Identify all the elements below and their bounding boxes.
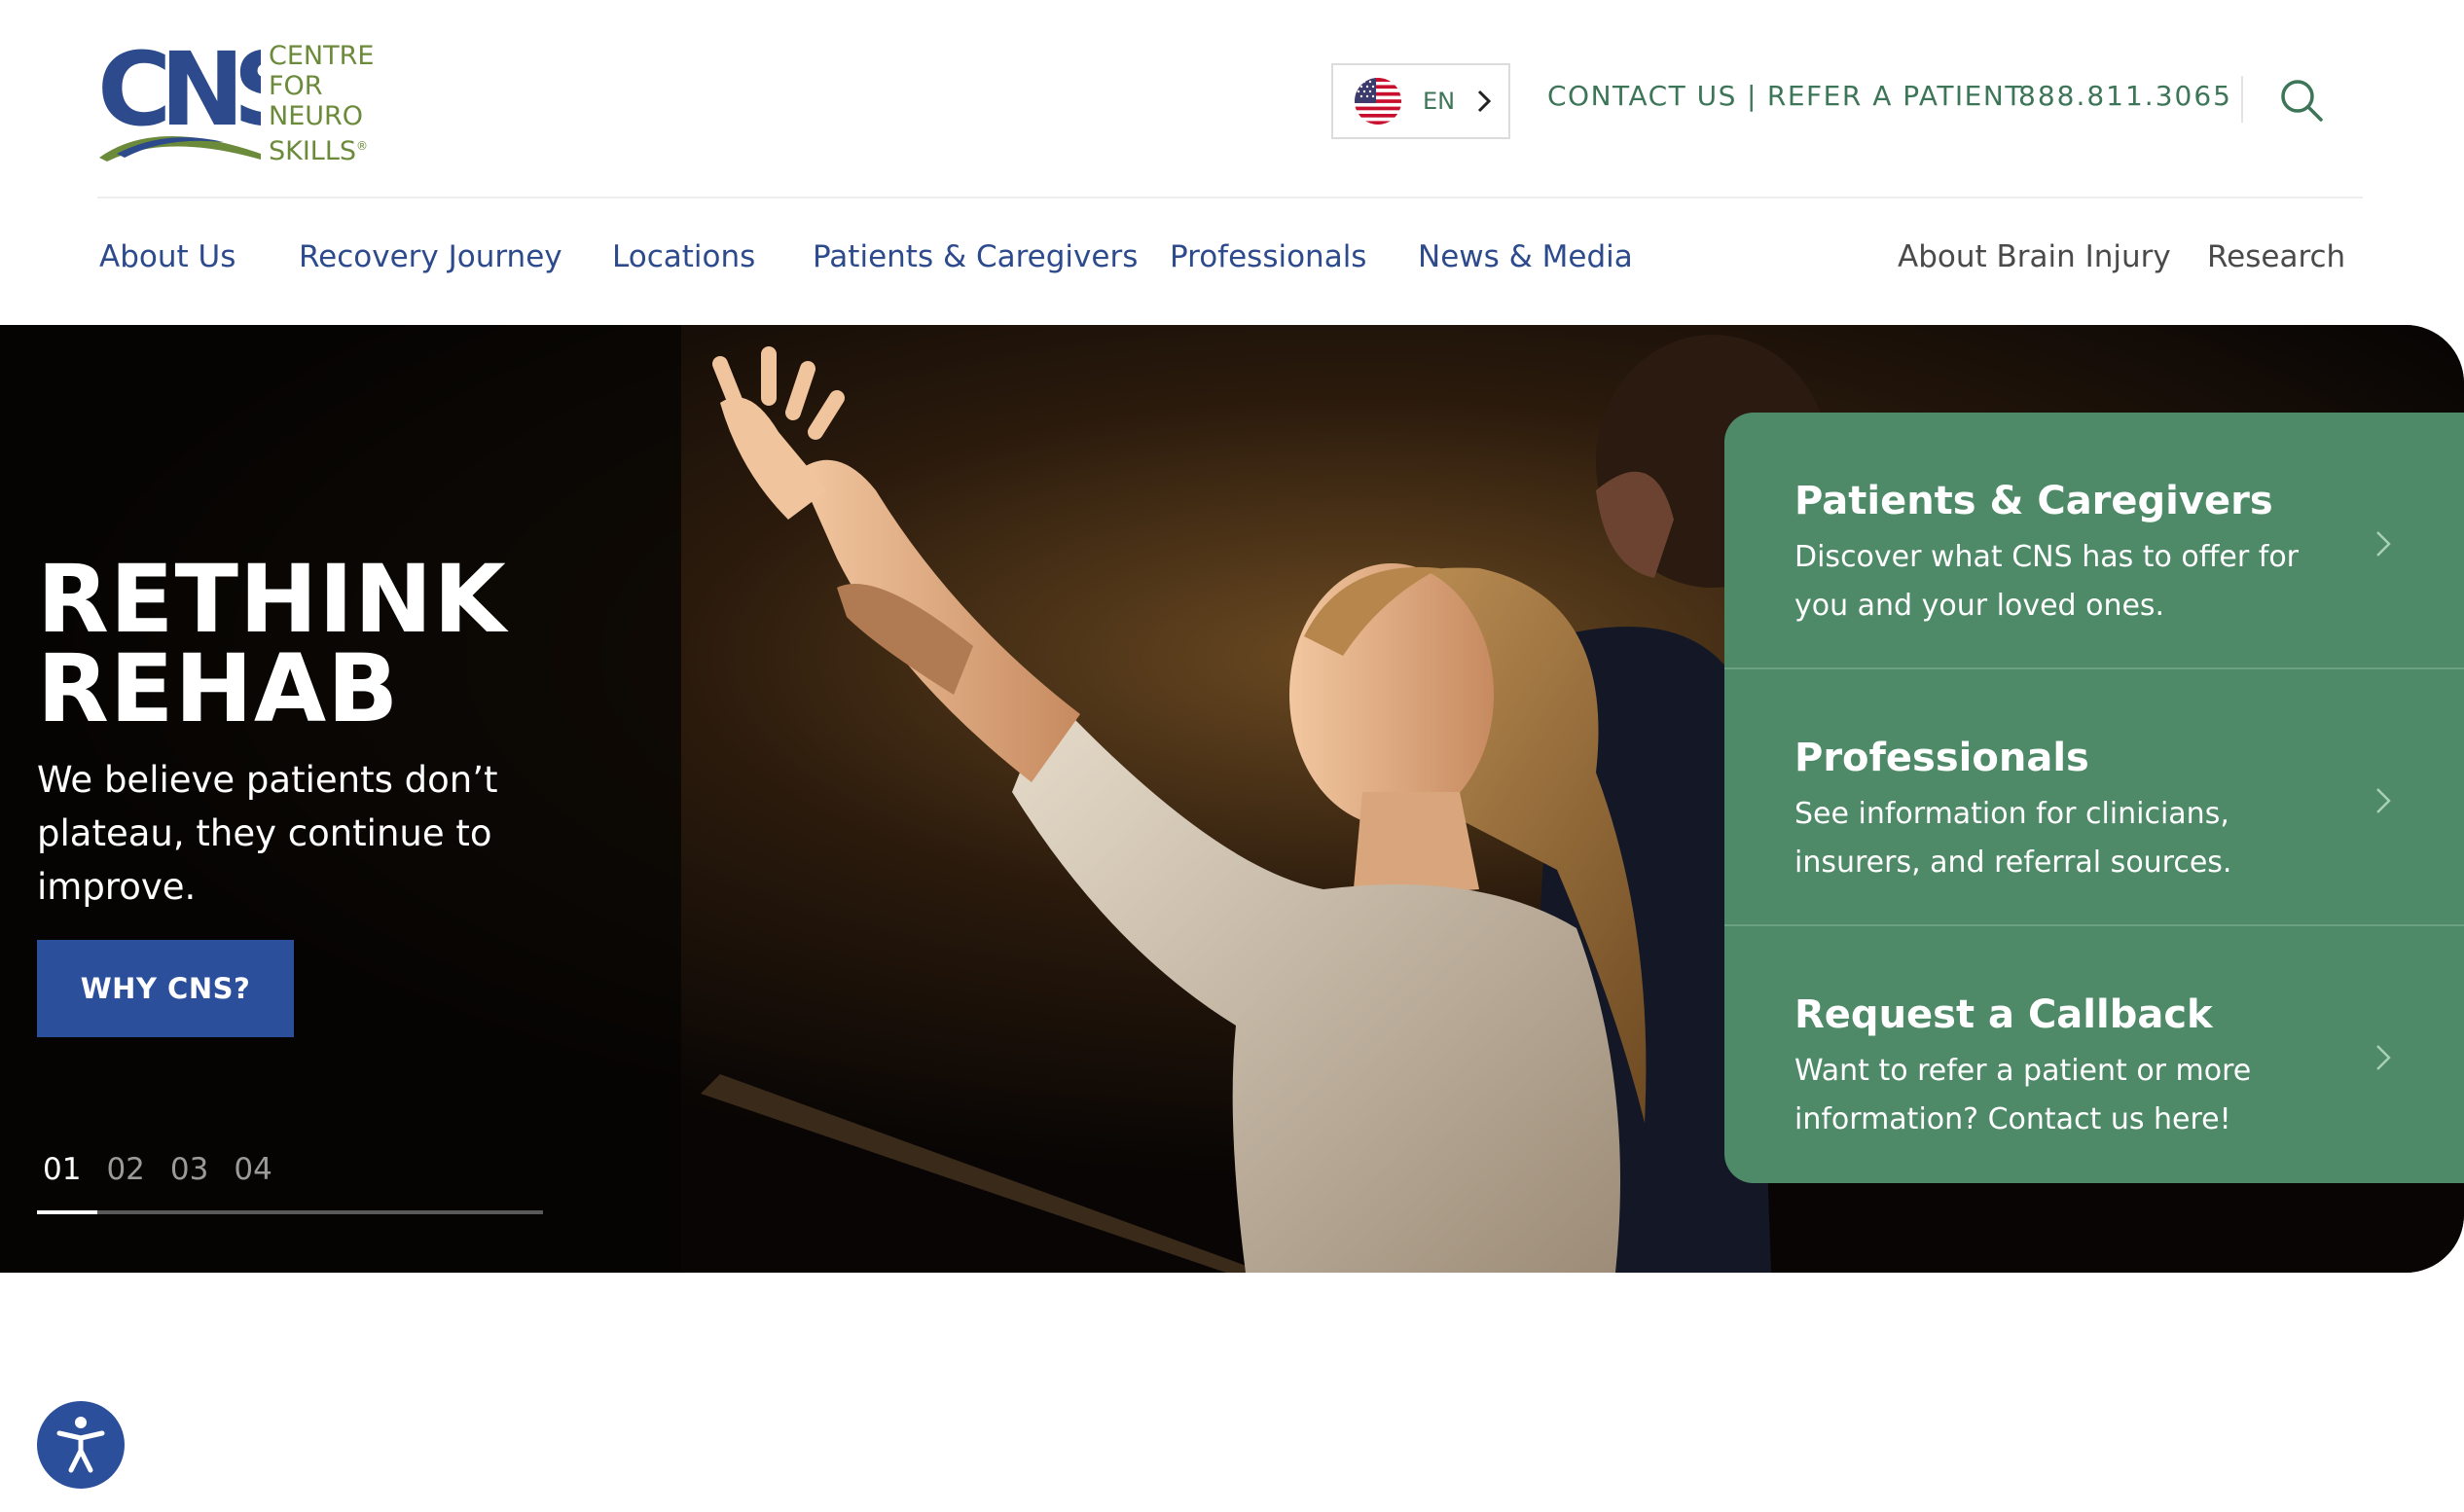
nav-patients-caregivers[interactable]: Patients & Caregivers [813, 239, 1138, 274]
logo-line-2: FOR [269, 71, 323, 101]
cns-logo-mark-icon: CNS [97, 39, 261, 162]
chevron-right-icon [2376, 788, 2391, 813]
utility-links: CONTACT US | REFER A PATIENT [1547, 80, 2023, 112]
card-request-callback[interactable]: Request a Callback Want to refer a patie… [1724, 926, 2464, 1183]
slide-progress-fill [37, 1210, 98, 1214]
svg-text:CNS: CNS [97, 39, 261, 149]
language-code: EN [1423, 88, 1456, 115]
nav-recovery-journey[interactable]: Recovery Journey [299, 239, 562, 274]
card-patients-caregivers[interactable]: Patients & Caregivers Discover what CNS … [1724, 413, 2464, 669]
hero-title-line-1: RETHINK [37, 545, 507, 654]
registered-mark: ® [356, 139, 369, 153]
card-description: See information for clinicians, insurers… [1794, 797, 2232, 880]
accessibility-button[interactable] [37, 1401, 125, 1489]
hero-title-line-2: REHAB [37, 634, 400, 743]
contact-us-link[interactable]: CONTACT US [1547, 80, 1737, 112]
header-rule [97, 197, 2363, 198]
card-description: Want to refer a patient or more informat… [1794, 1054, 2252, 1136]
chevron-right-icon [2376, 531, 2391, 557]
slide-progress-bar [37, 1210, 543, 1214]
nav-locations[interactable]: Locations [612, 239, 755, 274]
main-nav: About Us Recovery Journey Locations Pati… [0, 239, 2464, 288]
card-description: Discover what CNS has to offer for you a… [1794, 540, 2300, 623]
why-cns-button[interactable]: WHY CNS? [37, 940, 294, 1037]
slide-indicator-1[interactable]: 01 [43, 1152, 81, 1187]
chevron-right-icon [2376, 1045, 2391, 1070]
us-flag-icon [1355, 78, 1401, 125]
chevron-right-icon [1478, 90, 1492, 113]
header-divider [2241, 76, 2243, 123]
card-title: Professionals [1794, 736, 2089, 780]
nav-about-us[interactable]: About Us [99, 239, 236, 274]
phone-link[interactable]: 888.811.3065 [2018, 80, 2232, 112]
card-title: Patients & Caregivers [1794, 479, 2273, 523]
hero-subtitle: We believe patients don’t plateau, they … [37, 759, 498, 908]
logo-line-4: SKILLS® [269, 136, 369, 166]
nav-about-brain-injury[interactable]: About Brain Injury [1898, 239, 2171, 274]
card-title: Request a Callback [1794, 992, 2213, 1037]
search-icon[interactable] [2279, 78, 2324, 123]
site-logo[interactable]: CNS CENTRE FOR NEURO SKILLS® [97, 39, 380, 166]
nav-news-media[interactable]: News & Media [1418, 239, 1633, 274]
slide-indicators: 01 02 03 04 [43, 1152, 298, 1187]
refer-a-patient-link[interactable]: REFER A PATIENT [1767, 80, 2023, 112]
slide-indicator-3[interactable]: 03 [170, 1152, 208, 1187]
logo-wordmark: CENTRE FOR NEURO SKILLS® [269, 41, 374, 166]
logo-line-3: NEURO [269, 101, 364, 131]
hero-title: RETHINK REHAB [37, 545, 507, 743]
link-separator: | [1746, 80, 1757, 112]
logo-line-1: CENTRE [269, 41, 375, 71]
nav-research[interactable]: Research [2207, 239, 2345, 274]
accessibility-icon [56, 1417, 105, 1473]
nav-professionals[interactable]: Professionals [1170, 239, 1366, 274]
audience-cards: Patients & Caregivers Discover what CNS … [1724, 413, 2464, 1183]
card-professionals[interactable]: Professionals See information for clinic… [1724, 669, 2464, 926]
slide-indicator-2[interactable]: 02 [106, 1152, 144, 1187]
language-selector[interactable]: EN [1331, 63, 1510, 139]
slide-indicator-4[interactable]: 04 [234, 1152, 272, 1187]
